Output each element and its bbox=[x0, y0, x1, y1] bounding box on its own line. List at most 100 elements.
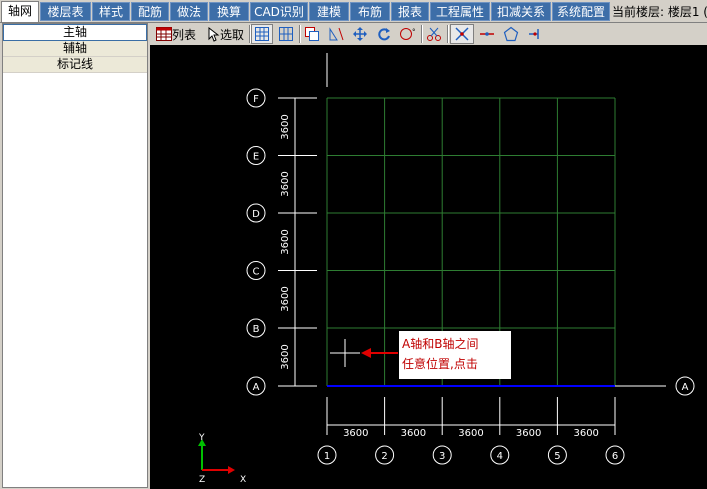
angle-icon: ° bbox=[400, 28, 416, 40]
axis-bubble-b[interactable]: B bbox=[246, 318, 266, 338]
axis-label-4: 4 bbox=[497, 451, 503, 462]
grid-edit-icon bbox=[279, 27, 293, 41]
intersection-icon bbox=[455, 27, 469, 41]
tab-report[interactable]: 报表 bbox=[391, 2, 429, 21]
axis-bubble-f[interactable]: F bbox=[246, 88, 266, 108]
red-arrow-icon bbox=[361, 348, 398, 358]
svg-text:°: ° bbox=[412, 28, 416, 36]
axis-bubble-a[interactable]: A bbox=[246, 376, 266, 396]
ucs-y-label: Y bbox=[198, 433, 205, 443]
callout-line-2: 任意位置,点击 bbox=[402, 357, 478, 371]
column-axis-labels: 1 2 3 4 5 6 bbox=[317, 445, 625, 465]
axis-grid-drawing: F E D C B A A 3600 3600 3600 3600 3600 3… bbox=[198, 53, 695, 485]
drawing-canvas[interactable]: F E D C B A A 3600 3600 3600 3600 3600 3… bbox=[150, 45, 707, 489]
axis-bubble-a-right[interactable]: A bbox=[675, 376, 695, 396]
perpendicular-snap-button[interactable] bbox=[524, 24, 546, 44]
tab-rebar-config[interactable]: 配筋 bbox=[131, 2, 169, 21]
axis-label-f: F bbox=[253, 94, 259, 105]
tab-deduction-relations[interactable]: 扣减关系 bbox=[491, 2, 551, 21]
row-spacing-label: 3600 bbox=[280, 114, 291, 139]
list-label: 列表 bbox=[171, 27, 196, 42]
rotate-icon bbox=[378, 28, 390, 41]
axis-label-d: D bbox=[252, 209, 260, 220]
midpoint-snap-button[interactable] bbox=[476, 24, 498, 44]
sidebar-item-aux-axis[interactable]: 辅轴 bbox=[3, 41, 147, 57]
bottom-spacing-labels: 3600 3600 3600 3600 3600 bbox=[343, 428, 599, 439]
axis-label-6: 6 bbox=[612, 451, 618, 462]
pentagon-icon bbox=[503, 26, 519, 42]
table-icon bbox=[155, 27, 172, 41]
axis-bubble-e[interactable]: E bbox=[246, 146, 266, 165]
tab-floor-table[interactable]: 楼层表 bbox=[40, 2, 91, 21]
ucs-z-label: Z bbox=[199, 475, 205, 485]
row-spacing-label: 3600 bbox=[280, 344, 291, 369]
angle-button[interactable]: ° bbox=[397, 24, 419, 44]
scissors-icon bbox=[427, 27, 441, 41]
grid-edit-button[interactable] bbox=[275, 24, 297, 44]
left-spacing-labels: 3600 3600 3600 3600 3600 bbox=[280, 114, 291, 369]
list-button[interactable]: 列表 bbox=[152, 24, 200, 44]
tab-project-properties[interactable]: 工程属性 bbox=[430, 2, 490, 21]
copy-icon bbox=[305, 27, 319, 41]
column-spacing-label: 3600 bbox=[516, 428, 541, 439]
rotate-button[interactable] bbox=[373, 24, 395, 44]
intersection-snap-button[interactable] bbox=[450, 24, 474, 44]
grid-icon bbox=[255, 27, 269, 41]
axis-label-a: A bbox=[253, 382, 260, 393]
callout-line-1: A轴和B轴之间 bbox=[402, 337, 479, 351]
axis-label-e: E bbox=[253, 152, 259, 163]
axis-bubble-2[interactable]: 2 bbox=[375, 445, 395, 465]
tab-axis-grid[interactable]: 轴网 bbox=[1, 1, 39, 22]
polygon-snap-button[interactable] bbox=[500, 24, 522, 44]
tab-modeling[interactable]: 建模 bbox=[309, 2, 349, 21]
column-spacing-label: 3600 bbox=[573, 428, 598, 439]
axis-bubble-5[interactable]: 5 bbox=[547, 445, 567, 465]
trim-button[interactable] bbox=[423, 24, 445, 44]
ucs-icon: Y X Z bbox=[198, 433, 246, 485]
tab-style[interactable]: 样式 bbox=[92, 2, 130, 21]
toolbar: 列表 选取 ° bbox=[150, 23, 556, 46]
cursor-icon bbox=[208, 26, 220, 42]
row-spacing-label: 3600 bbox=[280, 286, 291, 311]
tab-system-config[interactable]: 系统配置 bbox=[552, 2, 610, 21]
select-label: 选取 bbox=[219, 27, 244, 42]
perpendicular-icon bbox=[529, 29, 539, 39]
axis-label-c: C bbox=[253, 267, 260, 278]
mirror-button[interactable] bbox=[325, 24, 347, 44]
axis-type-list: 主轴 辅轴 标记线 bbox=[2, 23, 148, 488]
crosshair-cursor-icon bbox=[330, 339, 360, 367]
instruction-callout: A轴和B轴之间 任意位置,点击 bbox=[399, 331, 511, 379]
grid-view-button[interactable] bbox=[251, 24, 273, 44]
current-floor-label: 当前楼层: 楼层1 ( bbox=[612, 5, 707, 19]
axis-label-2: 2 bbox=[381, 451, 387, 462]
mirror-icon bbox=[329, 27, 344, 41]
axis-label-a-right: A bbox=[682, 382, 689, 393]
sidebar-item-marker-line[interactable]: 标记线 bbox=[3, 57, 147, 73]
row-spacing-label: 3600 bbox=[280, 171, 291, 196]
tab-convert[interactable]: 换算 bbox=[209, 2, 249, 21]
column-spacing-label: 3600 bbox=[343, 428, 368, 439]
axis-bubble-c[interactable]: C bbox=[246, 261, 266, 280]
axis-label-3: 3 bbox=[439, 451, 445, 462]
axis-label-5: 5 bbox=[554, 451, 560, 462]
copy-button[interactable] bbox=[301, 24, 323, 44]
ucs-x-label: X bbox=[240, 475, 246, 485]
column-spacing-label: 3600 bbox=[458, 428, 483, 439]
tab-rebar-layout[interactable]: 布筋 bbox=[350, 2, 390, 21]
axis-bubble-1[interactable]: 1 bbox=[317, 445, 337, 465]
axis-label-1: 1 bbox=[324, 451, 330, 462]
move-button[interactable] bbox=[349, 24, 371, 44]
axis-bubble-3[interactable]: 3 bbox=[432, 445, 452, 465]
axis-bubble-6[interactable]: 6 bbox=[605, 445, 625, 465]
tab-bar: 轴网 楼层表 样式 配筋 做法 换算 CAD识别 建模 布筋 报表 工程属性 扣… bbox=[0, 0, 707, 23]
row-spacing-label: 3600 bbox=[280, 229, 291, 254]
move-icon bbox=[353, 27, 367, 41]
select-button[interactable]: 选取 bbox=[204, 24, 248, 44]
axis-label-b: B bbox=[253, 324, 260, 335]
axis-bubble-4[interactable]: 4 bbox=[490, 445, 510, 465]
tab-method[interactable]: 做法 bbox=[170, 2, 208, 21]
midpoint-icon bbox=[480, 32, 494, 36]
tab-cad-recognition[interactable]: CAD识别 bbox=[250, 2, 308, 21]
sidebar-item-main-axis[interactable]: 主轴 bbox=[3, 24, 147, 41]
axis-bubble-d[interactable]: D bbox=[246, 203, 266, 223]
